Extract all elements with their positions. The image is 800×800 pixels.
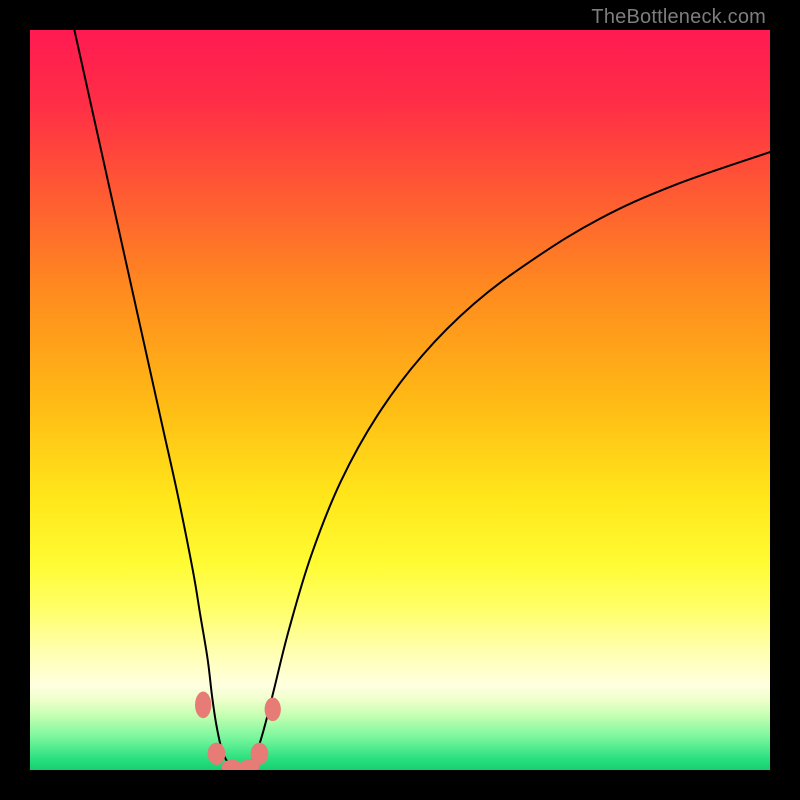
- bottom-dots: [195, 692, 281, 770]
- marker-dot: [265, 697, 281, 721]
- chart-frame: TheBottleneck.com: [0, 0, 800, 800]
- curve-right: [241, 152, 770, 770]
- curve-layer: [30, 30, 770, 770]
- marker-dot: [251, 743, 269, 765]
- curve-left: [74, 30, 241, 770]
- marker-dot: [195, 692, 211, 719]
- plot-area: [30, 30, 770, 770]
- marker-dot: [208, 743, 226, 765]
- watermark-text: TheBottleneck.com: [591, 6, 766, 29]
